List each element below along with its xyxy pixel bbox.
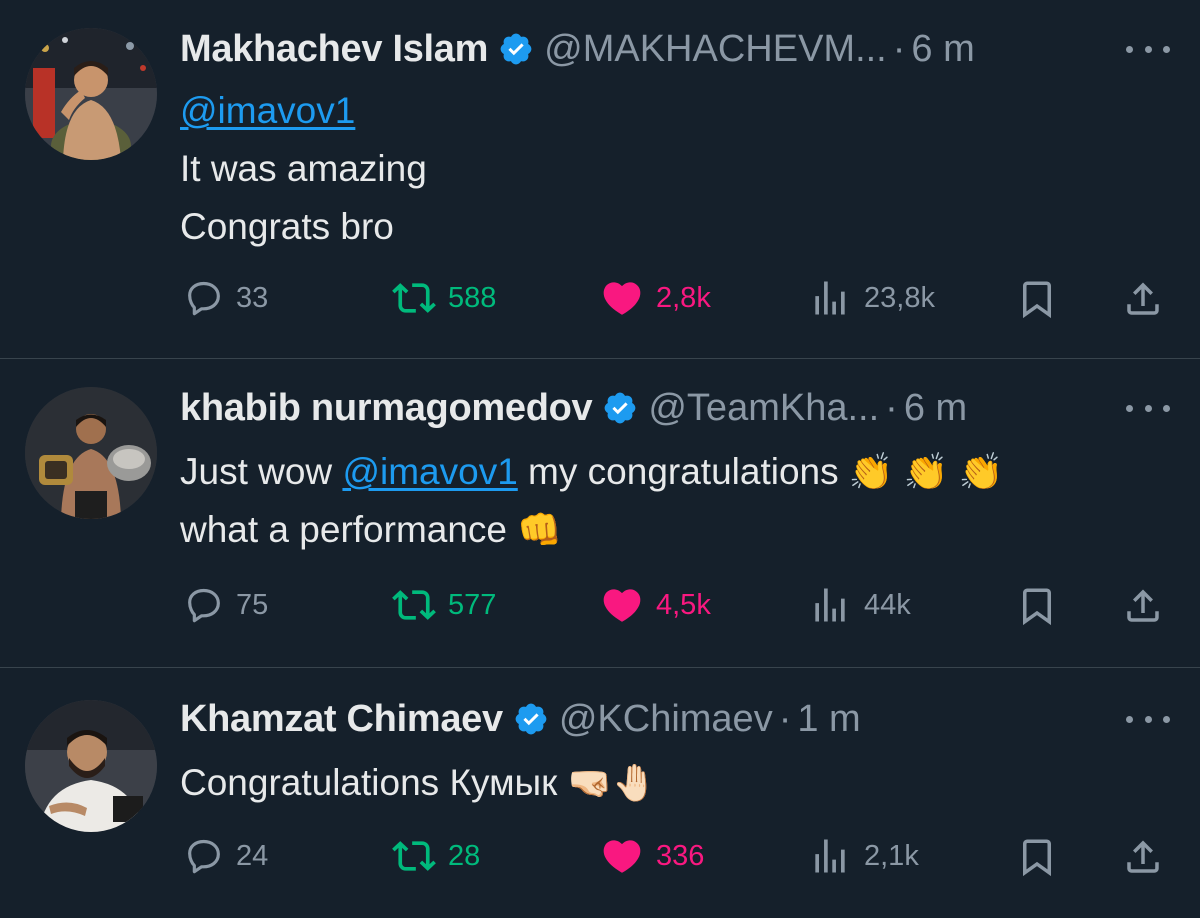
reply-count: 33: [236, 281, 269, 314]
fist-emoji: 👊: [517, 509, 563, 550]
tweet-header: Khamzat Chimaev @KChimaev · 1 m: [180, 694, 1200, 744]
share-icon[interactable]: [1122, 836, 1164, 878]
fist-hand-emoji: 🤜🏻🤚🏻: [567, 762, 658, 803]
views-icon: [808, 834, 852, 878]
author-name[interactable]: Makhachev Islam: [180, 28, 488, 71]
clapping-hands-emoji: 👏 👏 👏: [848, 451, 1004, 492]
like-icon: [600, 583, 644, 627]
avatar-chimaev[interactable]: [25, 700, 157, 832]
retweet-button[interactable]: 28: [392, 826, 480, 886]
bookmark-icon[interactable]: [1016, 836, 1058, 878]
like-icon: [600, 834, 644, 878]
like-count: 4,5k: [656, 588, 711, 621]
author-handle[interactable]: @KChimaev: [559, 698, 773, 741]
avatar-photo: [25, 28, 157, 160]
retweet-icon: [392, 276, 436, 320]
author-name[interactable]: Khamzat Chimaev: [180, 698, 503, 741]
reply-count: 24: [236, 839, 269, 872]
like-count: 2,8k: [656, 281, 711, 314]
tweet-line: It was amazing: [180, 148, 427, 189]
retweet-button[interactable]: 577: [392, 575, 496, 635]
tweet-khabib[interactable]: khabib nurmagomedov @TeamKha... · 6 m Ju…: [0, 359, 1200, 668]
reply-icon: [184, 585, 224, 625]
tweet-line: Congrats bro: [180, 206, 394, 247]
timestamp[interactable]: 6 m: [911, 28, 974, 71]
views-count: 23,8k: [864, 281, 935, 314]
more-icon[interactable]: [1126, 34, 1170, 64]
tweet-header: Makhachev Islam @MAKHACHEVM... · 6 m: [180, 24, 1200, 74]
reply-button[interactable]: 33: [184, 268, 268, 328]
author-name[interactable]: khabib nurmagomedov: [180, 387, 593, 430]
like-count: 336: [656, 839, 705, 872]
action-bar: 24 28 336 2,1k: [0, 826, 1200, 886]
share-icon[interactable]: [1122, 278, 1164, 320]
views-button[interactable]: 2,1k: [808, 826, 919, 886]
tweet-text: Congratulations Кумык 🤜🏻🤚🏻: [180, 754, 1180, 812]
more-icon[interactable]: [1126, 393, 1170, 423]
reply-button[interactable]: 24: [184, 826, 268, 886]
tweet-text-part: my congratulations: [517, 451, 849, 492]
like-button[interactable]: 2,8k: [600, 268, 711, 328]
retweet-icon: [392, 834, 436, 878]
mention-link[interactable]: @imavov1: [342, 451, 517, 492]
like-button[interactable]: 4,5k: [600, 575, 711, 635]
retweet-icon: [392, 583, 436, 627]
tweet-header: khabib nurmagomedov @TeamKha... · 6 m: [180, 383, 1200, 433]
views-button[interactable]: 44k: [808, 575, 911, 635]
timestamp[interactable]: 1 m: [797, 698, 860, 741]
tweet-makhachev[interactable]: Makhachev Islam @MAKHACHEVM... · 6 m @im…: [0, 0, 1200, 359]
like-button[interactable]: 336: [600, 826, 704, 886]
like-icon: [600, 276, 644, 320]
separator-dot: ·: [778, 697, 792, 740]
reply-button[interactable]: 75: [184, 575, 268, 635]
action-bar: 75 577 4,5k 44k: [0, 575, 1200, 635]
avatar-photo: [25, 700, 157, 832]
tweet-text: Just wow @imavov1 my congratulations 👏 👏…: [180, 443, 1180, 559]
share-icon[interactable]: [1122, 585, 1164, 627]
reply-count: 75: [236, 588, 269, 621]
separator-dot: ·: [885, 386, 898, 429]
tweet-line: Congratulations Кумык: [180, 762, 568, 803]
avatar-khabib[interactable]: [25, 387, 157, 519]
verified-badge-icon: [602, 390, 638, 426]
views-count: 44k: [864, 588, 911, 621]
verified-badge-icon: [513, 701, 549, 737]
retweet-count: 28: [448, 839, 481, 872]
reply-icon: [184, 278, 224, 318]
retweet-count: 588: [448, 281, 497, 314]
avatar-photo: [25, 387, 157, 519]
views-icon: [808, 583, 852, 627]
separator-dot: ·: [892, 27, 906, 70]
author-handle[interactable]: @MAKHACHEVM...: [544, 28, 887, 71]
bookmark-icon[interactable]: [1016, 585, 1058, 627]
tweet-line: what a performance: [180, 509, 518, 550]
author-handle[interactable]: @TeamKha...: [648, 387, 879, 430]
tweet-text-part: Just wow: [180, 451, 343, 492]
views-button[interactable]: 23,8k: [808, 268, 935, 328]
views-icon: [808, 276, 852, 320]
avatar-makhachev[interactable]: [25, 28, 157, 160]
views-count: 2,1k: [864, 839, 919, 872]
action-bar: 33 588 2,8k 23,8k: [0, 268, 1200, 328]
reply-icon: [184, 836, 224, 876]
retweet-button[interactable]: 588: [392, 268, 496, 328]
bookmark-icon[interactable]: [1016, 278, 1058, 320]
tweet-chimaev[interactable]: Khamzat Chimaev @KChimaev · 1 m Congratu…: [0, 668, 1200, 918]
retweet-count: 577: [448, 588, 497, 621]
verified-badge-icon: [498, 31, 534, 67]
more-icon[interactable]: [1126, 704, 1170, 734]
tweet-text: @imavov1 It was amazing Congrats bro: [180, 82, 1180, 256]
timestamp[interactable]: 6 m: [904, 387, 967, 430]
mention-link[interactable]: @imavov1: [180, 90, 355, 131]
